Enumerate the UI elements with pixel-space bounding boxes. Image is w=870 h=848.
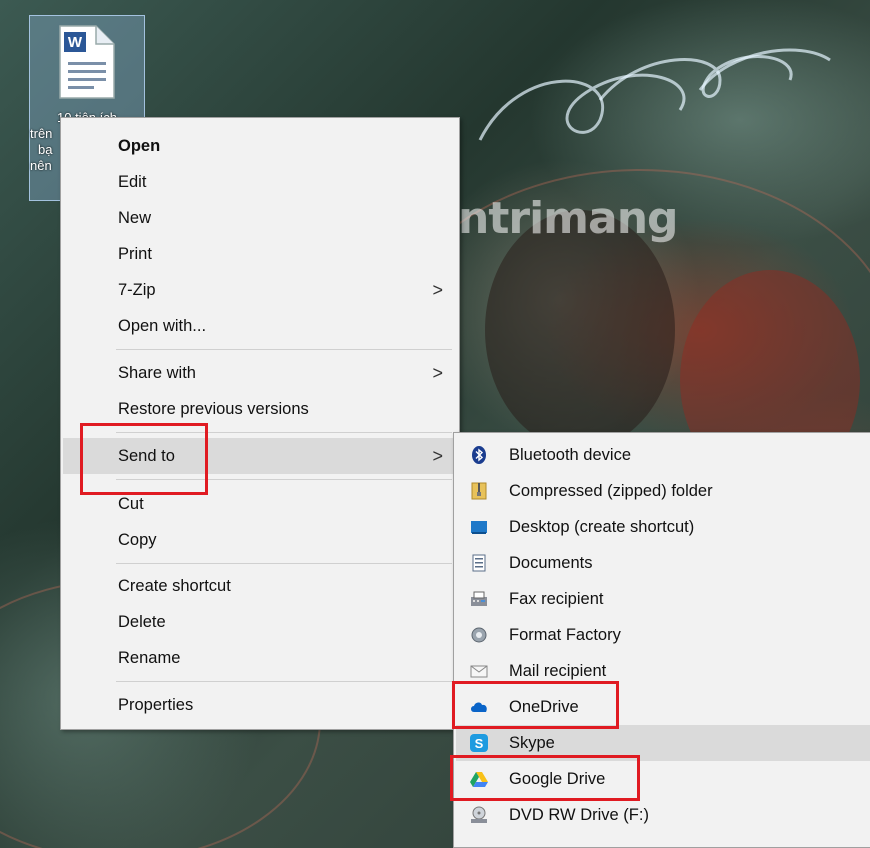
menu-item-label: Rename	[118, 649, 181, 667]
menu-item-label: Open with...	[118, 317, 207, 335]
chevron-right-icon: >	[432, 446, 443, 466]
skype-icon: S	[470, 734, 488, 752]
menu-item-label: 7-Zip	[118, 281, 156, 299]
menu-item-copy[interactable]: Copy	[63, 523, 457, 557]
menu-item-properties[interactable]: Properties	[63, 688, 457, 722]
highlight-box-onedrive	[452, 681, 619, 729]
send-to-bluetooth-device[interactable]: Bluetooth device	[456, 437, 870, 473]
menu-item-open-with[interactable]: Open with...	[63, 309, 457, 343]
submenu-item-label: Compressed (zipped) folder	[509, 482, 713, 500]
menu-item-print[interactable]: Print	[63, 237, 457, 271]
submenu-item-label: Desktop (create shortcut)	[509, 518, 695, 536]
submenu-item-label: DVD RW Drive (F:)	[509, 806, 649, 824]
svg-text:W: W	[68, 34, 83, 51]
highlight-box-send-to	[80, 423, 208, 495]
menu-item-label: Create shortcut	[118, 577, 231, 595]
menu-separator	[116, 681, 452, 682]
send-to-dvd-rw-drive[interactable]: DVD RW Drive (F:)	[456, 797, 870, 833]
menu-item-label: Print	[118, 245, 152, 263]
zip-folder-icon	[471, 482, 487, 500]
desktop-icon	[471, 521, 487, 534]
menu-item-label: Share with	[118, 364, 196, 382]
send-to-documents[interactable]: Documents	[456, 545, 870, 581]
bluetooth-icon	[472, 446, 486, 464]
menu-item-restore-previous-versions[interactable]: Restore previous versions	[63, 392, 457, 426]
submenu-item-label: Bluetooth device	[509, 446, 632, 464]
menu-item-create-shortcut[interactable]: Create shortcut	[63, 569, 457, 603]
mail-icon	[470, 665, 488, 678]
submenu-item-label: Documents	[509, 554, 593, 572]
svg-text:S: S	[475, 736, 484, 751]
submenu-item-label: Format Factory	[509, 626, 621, 644]
chevron-right-icon: >	[432, 280, 443, 300]
documents-icon	[472, 554, 486, 572]
send-to-fax-recipient[interactable]: Fax recipient	[456, 581, 870, 617]
menu-separator	[116, 563, 452, 564]
word-document-icon: W	[59, 25, 115, 99]
menu-item-label: Delete	[118, 613, 166, 631]
highlight-box-google-drive	[450, 755, 640, 801]
menu-item-label: Copy	[118, 531, 157, 549]
chevron-right-icon: >	[432, 363, 443, 383]
menu-separator	[116, 349, 452, 350]
send-to-desktop[interactable]: Desktop (create shortcut)	[456, 509, 870, 545]
submenu-item-label: Fax recipient	[509, 590, 604, 608]
menu-item-new[interactable]: New	[63, 201, 457, 235]
send-to-format-factory[interactable]: Format Factory	[456, 617, 870, 653]
menu-item-label: Restore previous versions	[118, 400, 309, 418]
menu-item-label: Open	[118, 137, 161, 155]
menu-item-rename[interactable]: Rename	[63, 641, 457, 675]
menu-item-delete[interactable]: Delete	[63, 605, 457, 639]
menu-item-label: Edit	[118, 173, 147, 191]
dvd-drive-icon	[471, 806, 487, 823]
menu-item-edit[interactable]: Edit	[63, 165, 457, 199]
menu-item-share-with[interactable]: Share with >	[63, 356, 457, 390]
menu-item-label: New	[118, 209, 152, 227]
menu-item-label: Properties	[118, 696, 194, 714]
menu-item-7zip[interactable]: 7-Zip >	[63, 273, 457, 307]
send-to-compressed-folder[interactable]: Compressed (zipped) folder	[456, 473, 870, 509]
format-factory-icon	[471, 627, 487, 643]
fax-icon	[471, 591, 487, 606]
menu-item-open[interactable]: Open	[63, 129, 457, 163]
